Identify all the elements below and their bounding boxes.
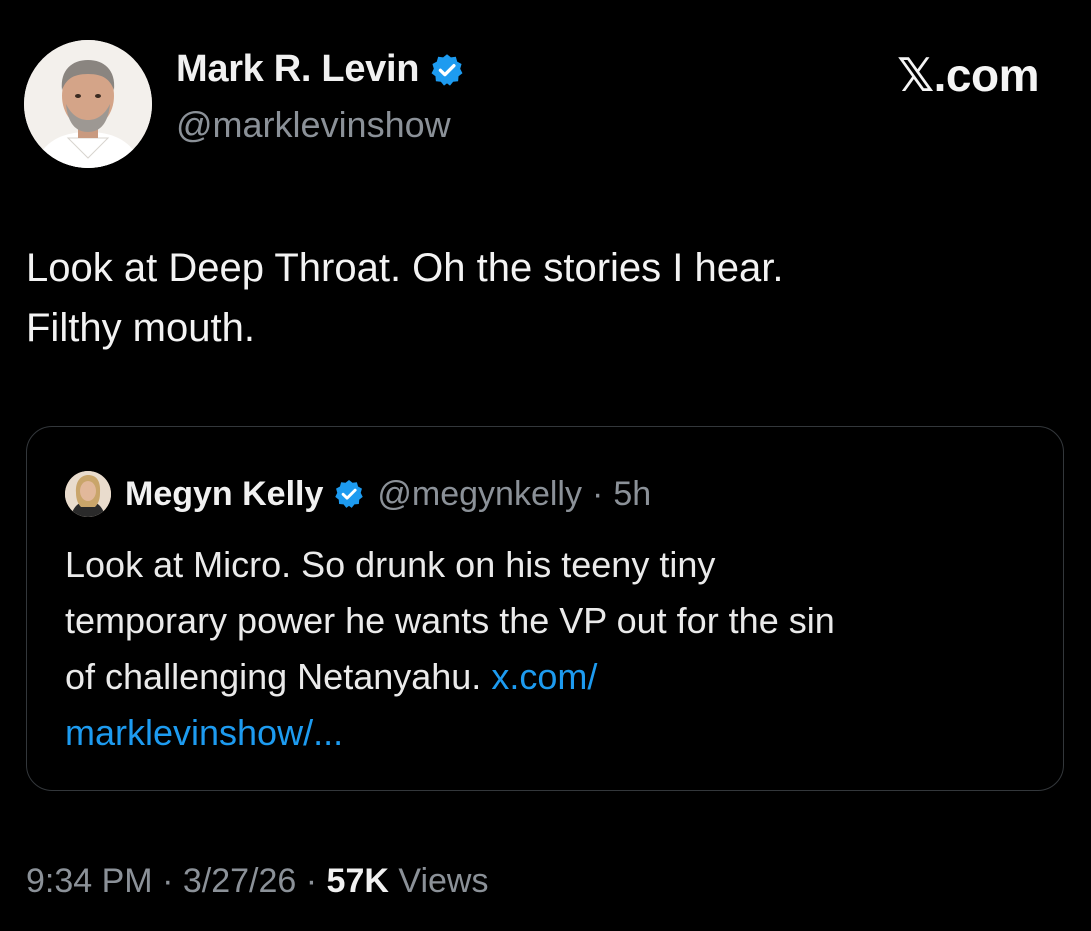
author-avatar-image [24,40,152,168]
brand-logo: 𝕏.com [897,49,1039,101]
views-count[interactable]: 57K [327,862,389,900]
author-handle[interactable]: @marklevinshow [176,104,451,146]
meta-separator: · [305,862,318,900]
quoted-text-line: of challenging Netanyahu. x.com/ [65,649,1045,705]
author-avatar[interactable] [24,40,152,168]
tweet-meta: 9:34 PM · 3/27/26 · 57K Views [26,862,488,901]
quoted-author-avatar-image [65,471,111,517]
quoted-tweet-header: Megyn Kelly @megynkelly · 5h [65,471,651,517]
quoted-tweet-card[interactable]: Megyn Kelly @megynkelly · 5h Look at Mic… [26,426,1064,791]
author-name[interactable]: Mark R. Levin [176,48,419,91]
quoted-tweet-text: Look at Micro. So drunk on his teeny tin… [65,537,1045,761]
meta-separator: · [162,862,174,900]
quoted-text-line: temporary power he wants the VP out for … [65,600,835,641]
quoted-tweet-link-continued[interactable]: marklevinshow/... [65,705,1045,761]
tweet-text-line: Filthy mouth. [26,306,255,350]
tweet-date[interactable]: 3/27/26 [183,862,296,900]
quoted-text-segment: of challenging Netanyahu. [65,656,492,697]
quoted-tweet-link[interactable]: x.com/ [491,656,597,697]
quoted-verified-badge-icon[interactable] [333,478,365,510]
tweet-time[interactable]: 9:34 PM [26,862,153,900]
verified-badge-icon[interactable] [429,52,465,88]
quoted-author-avatar[interactable] [65,471,111,517]
tweet-text-line: Look at Deep Throat. Oh the stories I he… [26,246,784,290]
quoted-author-name[interactable]: Megyn Kelly [125,475,323,514]
quoted-text-line: Look at Micro. So drunk on his teeny tin… [65,544,716,585]
author-name-row: Mark R. Levin [176,48,465,91]
tweet-text: Look at Deep Throat. Oh the stories I he… [26,238,1026,358]
tweet: Mark R. Levin @marklevinshow 𝕏.com Look … [0,0,1091,931]
views-label: Views [398,862,489,900]
quoted-author-handle[interactable]: @megynkelly [377,475,582,514]
quoted-timestamp[interactable]: 5h [613,475,651,514]
quoted-separator: · [591,474,604,513]
